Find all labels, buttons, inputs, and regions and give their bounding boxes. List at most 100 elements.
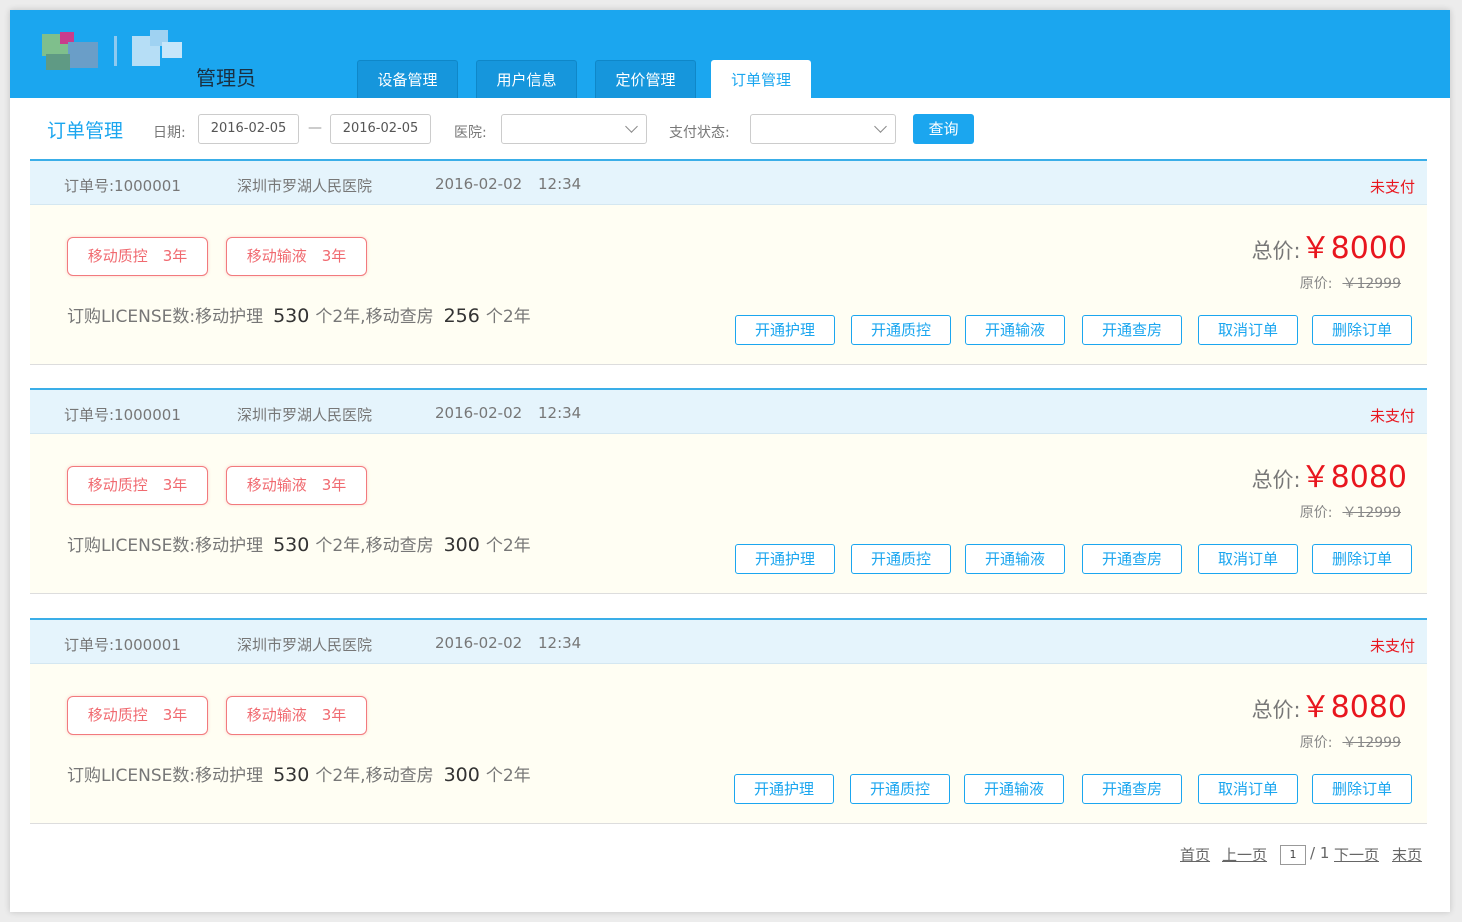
order-header: 订单号:1000001 深圳市罗湖人民医院 2016-02-02 12:34 未…: [30, 618, 1427, 664]
original-price-value: ￥12999: [1342, 735, 1401, 751]
tab-user-info[interactable]: 用户信息: [476, 60, 577, 98]
original-price: 原价: ￥12999: [1300, 273, 1401, 293]
date-separator: —: [308, 120, 322, 136]
cancel-order-button[interactable]: 取消订单: [1198, 544, 1298, 574]
order-body: 移动质控 3年 移动输液 3年 订购LICENSE数:移动护理 530 个2年,移动…: [30, 434, 1427, 594]
rounds-license-count: 256: [443, 305, 480, 327]
payment-status: 未支付: [1369, 178, 1415, 196]
original-price-value: ￥12999: [1342, 505, 1401, 521]
total-price: 总价:￥8080: [1252, 682, 1407, 726]
total-price-value: ￥8080: [1300, 460, 1407, 495]
order-card: 订单号:1000001 深圳市罗湖人民医院 2016-02-02 12:34 未…: [30, 388, 1427, 594]
enable-rounds-button[interactable]: 开通查房: [1082, 544, 1182, 574]
total-price-value: ￥8000: [1300, 231, 1407, 266]
filter-bar: 订单管理 日期: 2016-02-05 — 2016-02-05 医院: 支付状…: [10, 98, 1450, 160]
enable-infusion-button[interactable]: 开通输液: [964, 774, 1064, 804]
order-number: 订单号:1000001: [64, 636, 181, 654]
prev-page-link[interactable]: 上一页: [1222, 844, 1267, 865]
rounds-license-count: 300: [443, 534, 480, 556]
tab-pricing-management[interactable]: 定价管理: [595, 60, 696, 98]
order-date: 2016-02-02: [435, 175, 523, 193]
order-date: 2016-02-02: [435, 404, 523, 422]
first-page-link[interactable]: 首页: [1180, 844, 1210, 865]
enable-rounds-button[interactable]: 开通查房: [1082, 774, 1182, 804]
license-mid: 个2年,移动查房: [315, 536, 434, 556]
pay-status-label: 支付状态:: [669, 125, 730, 141]
chevron-down-icon: [625, 120, 638, 133]
order-body: 移动质控 3年 移动输液 3年 订购LICENSE数:移动护理 530 个2年,移动…: [30, 664, 1427, 824]
order-time: 12:34: [538, 175, 582, 193]
license-prefix: 订购LICENSE数:移动护理: [67, 536, 264, 556]
tab-order-management[interactable]: 订单管理: [711, 60, 811, 98]
original-price-label: 原价:: [1299, 735, 1333, 751]
nursing-license-count: 530: [273, 764, 310, 786]
total-price-value: ￥8080: [1300, 690, 1407, 725]
logo: [38, 30, 188, 74]
order-hospital: 深圳市罗湖人民医院: [237, 406, 373, 424]
current-page-input[interactable]: 1: [1280, 845, 1306, 865]
payment-status: 未支付: [1369, 407, 1415, 425]
order-date: 2016-02-02: [435, 634, 523, 652]
app-window: 管理员 设备管理 用户信息 定价管理 订单管理 订单管理 日期: 2016-02…: [10, 10, 1450, 912]
date-from-input[interactable]: 2016-02-05: [198, 114, 299, 144]
order-card: 订单号:1000001 深圳市罗湖人民医院 2016-02-02 12:34 未…: [30, 159, 1427, 365]
product-tag-quality-control: 移动质控 3年: [67, 466, 208, 505]
order-hospital: 深圳市罗湖人民医院: [237, 636, 373, 654]
payment-status: 未支付: [1369, 637, 1415, 655]
product-tag-quality-control: 移动质控 3年: [67, 696, 208, 735]
nursing-license-count: 530: [273, 305, 310, 327]
license-summary: 订购LICENSE数:移动护理 530 个2年,移动查房 256 个2年: [67, 302, 531, 327]
enable-infusion-button[interactable]: 开通输液: [965, 544, 1065, 574]
enable-nursing-button[interactable]: 开通护理: [734, 774, 834, 804]
license-mid: 个2年,移动查房: [315, 766, 434, 786]
chevron-down-icon: [874, 120, 887, 133]
order-hospital: 深圳市罗湖人民医院: [237, 177, 373, 195]
rounds-license-count: 300: [443, 764, 480, 786]
total-price: 总价:￥8000: [1252, 223, 1407, 267]
product-tag-infusion: 移动输液 3年: [226, 237, 367, 276]
original-price-label: 原价:: [1299, 276, 1333, 292]
license-summary: 订购LICENSE数:移动护理 530 个2年,移动查房 300 个2年: [67, 761, 531, 786]
enable-infusion-button[interactable]: 开通输液: [965, 315, 1065, 345]
license-prefix: 订购LICENSE数:移动护理: [67, 307, 264, 327]
order-number: 订单号:1000001: [64, 406, 181, 424]
enable-nursing-button[interactable]: 开通护理: [735, 315, 835, 345]
original-price-value: ￥12999: [1342, 276, 1401, 292]
date-to-input[interactable]: 2016-02-05: [330, 114, 431, 144]
enable-rounds-button[interactable]: 开通查房: [1082, 315, 1182, 345]
original-price-label: 原价:: [1299, 505, 1333, 521]
last-page-link[interactable]: 末页: [1392, 844, 1422, 865]
license-suffix: 个2年: [485, 536, 531, 556]
pay-status-select[interactable]: [750, 114, 896, 144]
delete-order-button[interactable]: 删除订单: [1312, 315, 1412, 345]
original-price: 原价: ￥12999: [1300, 502, 1401, 522]
admin-label: 管理员: [196, 66, 256, 90]
delete-order-button[interactable]: 删除订单: [1312, 544, 1412, 574]
total-price-label: 总价:: [1251, 468, 1301, 492]
enable-nursing-button[interactable]: 开通护理: [735, 544, 835, 574]
total-price-label: 总价:: [1251, 698, 1301, 722]
order-time: 12:34: [538, 634, 582, 652]
tab-device-management[interactable]: 设备管理: [357, 60, 458, 98]
top-header-bar: 管理员 设备管理 用户信息 定价管理 订单管理: [10, 10, 1450, 98]
license-suffix: 个2年: [485, 307, 531, 327]
total-price-label: 总价:: [1251, 239, 1301, 263]
product-tag-infusion: 移动输液 3年: [226, 466, 367, 505]
order-body: 移动质控 3年 移动输液 3年 订购LICENSE数:移动护理 530 个2年,移动…: [30, 205, 1427, 365]
total-pages: / 1: [1310, 844, 1330, 862]
cancel-order-button[interactable]: 取消订单: [1198, 774, 1298, 804]
enable-quality-control-button[interactable]: 开通质控: [851, 315, 951, 345]
enable-quality-control-button[interactable]: 开通质控: [851, 544, 951, 574]
hospital-select[interactable]: [501, 114, 647, 144]
enable-quality-control-button[interactable]: 开通质控: [850, 774, 950, 804]
date-label: 日期:: [153, 125, 186, 141]
nursing-license-count: 530: [273, 534, 310, 556]
cancel-order-button[interactable]: 取消订单: [1198, 315, 1298, 345]
delete-order-button[interactable]: 删除订单: [1312, 774, 1412, 804]
original-price: 原价: ￥12999: [1300, 732, 1401, 752]
order-number: 订单号:1000001: [64, 177, 181, 195]
query-button[interactable]: 查询: [913, 114, 974, 144]
next-page-link[interactable]: 下一页: [1334, 844, 1379, 865]
order-card: 订单号:1000001 深圳市罗湖人民医院 2016-02-02 12:34 未…: [30, 618, 1427, 824]
hospital-label: 医院:: [454, 125, 487, 141]
